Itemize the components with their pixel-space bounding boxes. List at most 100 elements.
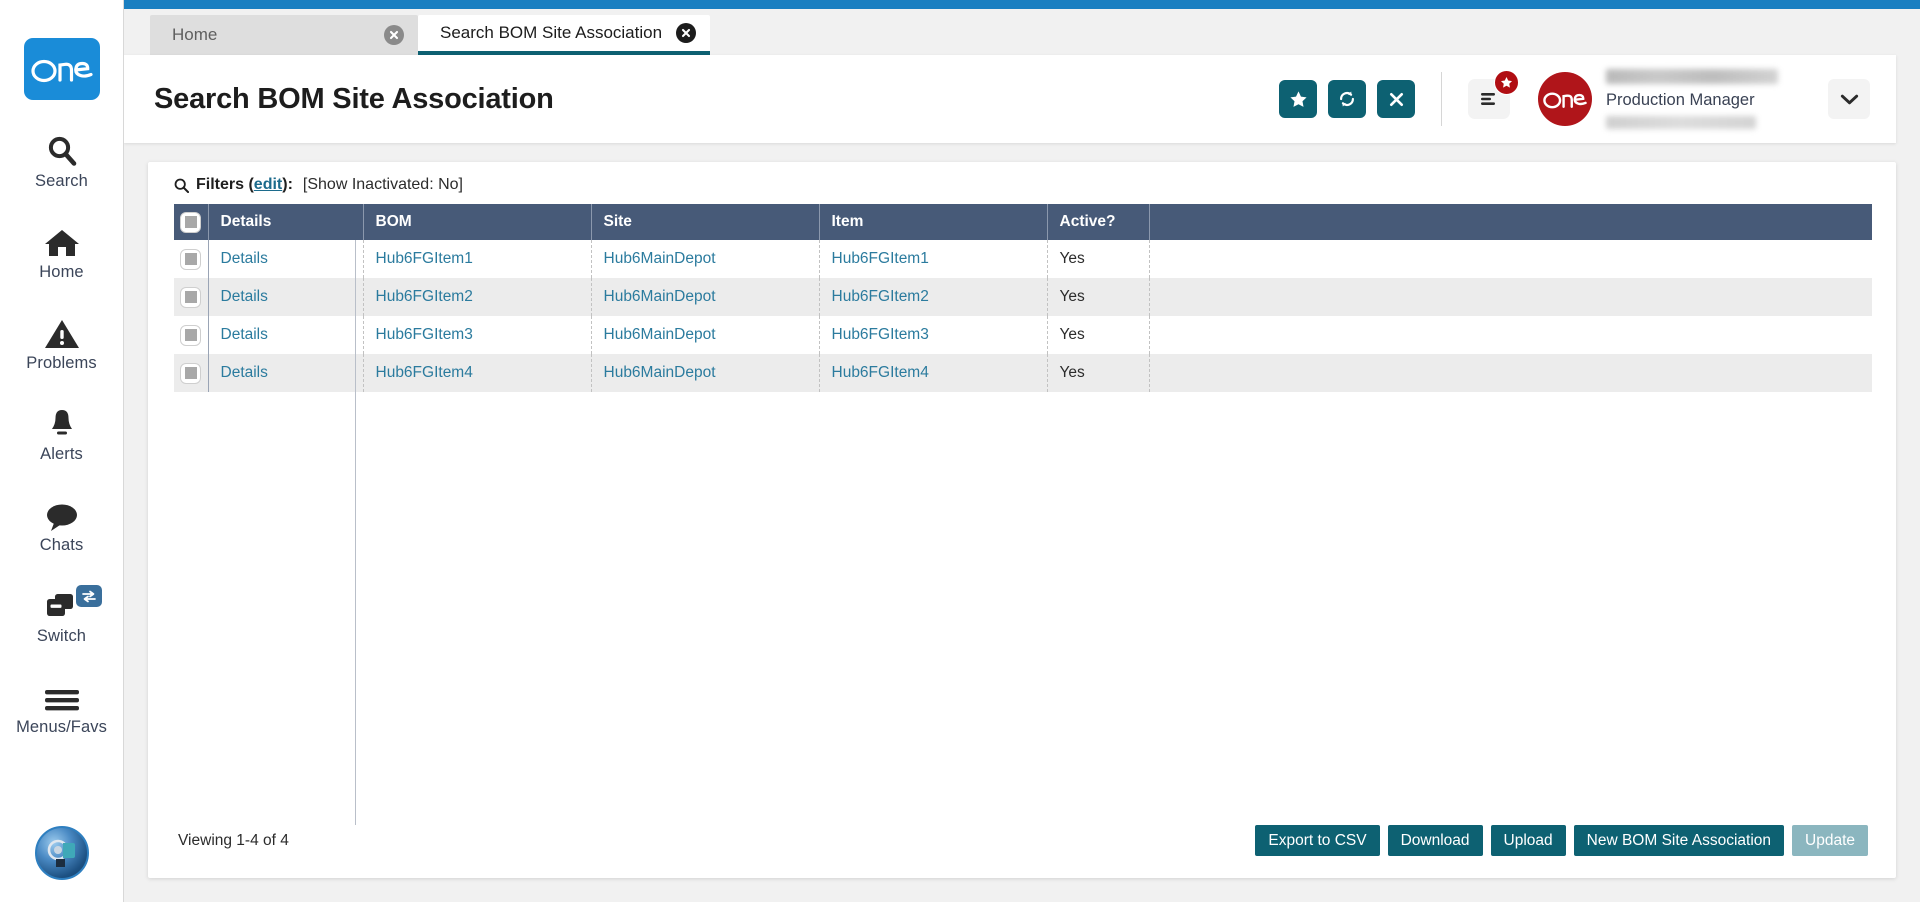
left-sidebar: Search Home Problems Alerts Chats <box>0 0 124 902</box>
application-window: Search Home Problems Alerts Chats <box>0 0 1920 902</box>
menu-favorites-button[interactable] <box>1468 79 1510 119</box>
details-link[interactable]: Details <box>221 250 268 267</box>
column-header-item[interactable]: Item <box>819 204 1047 240</box>
table-row[interactable]: Details Hub6FGItem2 Hub6MainDepot Hub6FG… <box>174 278 1872 316</box>
item-link[interactable]: Hub6FGItem1 <box>832 250 929 267</box>
details-link[interactable]: Details <box>221 326 268 343</box>
cell-item: Hub6FGItem3 <box>819 316 1047 354</box>
bom-link[interactable]: Hub6FGItem4 <box>376 364 473 381</box>
row-select-cell <box>174 354 208 392</box>
tab-label: Home <box>172 25 217 45</box>
sidebar-item-chats[interactable]: Chats <box>0 492 124 555</box>
column-header-bom[interactable]: BOM <box>363 204 591 240</box>
table-row[interactable]: Details Hub6FGItem4 Hub6MainDepot Hub6FG… <box>174 354 1872 392</box>
close-circle-icon[interactable] <box>676 23 696 43</box>
details-link[interactable]: Details <box>221 288 268 305</box>
one-network-logo[interactable] <box>24 38 100 100</box>
export-to-csv-button[interactable]: Export to CSV <box>1255 825 1379 856</box>
item-link[interactable]: Hub6FGItem4 <box>832 364 929 381</box>
column-header-filler <box>1149 204 1872 240</box>
cell-details: Details <box>208 278 363 316</box>
sidebar-item-search[interactable]: Search <box>0 128 124 191</box>
user-profile[interactable]: Production Manager <box>1600 68 1822 130</box>
tab-strip: Home Search BOM Site Association <box>124 9 1920 55</box>
page-scrollbar-gutter[interactable] <box>1912 9 1920 902</box>
windows-switch-icon <box>44 583 80 623</box>
row-checkbox[interactable] <box>180 363 201 384</box>
viewing-count: Viewing 1-4 of 4 <box>178 832 289 850</box>
sidebar-item-problems[interactable]: Problems <box>0 310 124 373</box>
close-button[interactable] <box>1377 80 1415 118</box>
close-circle-icon[interactable] <box>384 25 404 45</box>
table-row[interactable]: Details Hub6FGItem3 Hub6MainDepot Hub6FG… <box>174 316 1872 354</box>
home-icon <box>43 219 81 259</box>
bom-link[interactable]: Hub6FGItem3 <box>376 326 473 343</box>
upload-button[interactable]: Upload <box>1491 825 1566 856</box>
page-title: Search BOM Site Association <box>154 83 1279 116</box>
tab-home[interactable]: Home <box>150 15 418 55</box>
user-role-label: Production Manager <box>1606 91 1822 110</box>
cell-bom: Hub6FGItem4 <box>363 354 591 392</box>
filters-edit-link[interactable]: edit <box>254 176 282 194</box>
star-icon <box>1289 90 1308 109</box>
cell-item: Hub6FGItem1 <box>819 240 1047 278</box>
favorites-badge <box>1494 70 1519 95</box>
row-checkbox[interactable] <box>180 325 201 346</box>
column-header-site[interactable]: Site <box>591 204 819 240</box>
cell-details: Details <box>208 354 363 392</box>
site-link[interactable]: Hub6MainDepot <box>604 288 716 305</box>
row-select-cell <box>174 278 208 316</box>
site-link[interactable]: Hub6MainDepot <box>604 250 716 267</box>
bom-link[interactable]: Hub6FGItem2 <box>376 288 473 305</box>
item-link[interactable]: Hub6FGItem3 <box>832 326 929 343</box>
header-action-buttons <box>1279 80 1415 118</box>
new-bom-site-association-button[interactable]: New BOM Site Association <box>1574 825 1784 856</box>
site-link[interactable]: Hub6MainDepot <box>604 364 716 381</box>
row-checkbox[interactable] <box>180 249 201 270</box>
cell-active: Yes <box>1047 316 1149 354</box>
cell-active: Yes <box>1047 354 1149 392</box>
sidebar-item-alerts[interactable]: Alerts <box>0 401 124 464</box>
ai-robot-avatar-icon[interactable] <box>35 826 89 880</box>
header-divider <box>1441 72 1442 126</box>
cell-details: Details <box>208 240 363 278</box>
user-menu-toggle[interactable] <box>1828 79 1870 119</box>
item-link[interactable]: Hub6FGItem2 <box>832 288 929 305</box>
sidebar-item-home[interactable]: Home <box>0 219 124 282</box>
filters-bar: Filters ( edit ) : [Show Inactivated: No… <box>148 162 1896 204</box>
details-link[interactable]: Details <box>221 364 268 381</box>
table-row[interactable]: Details Hub6FGItem1 Hub6MainDepot Hub6FG… <box>174 240 1872 278</box>
main-region: Home Search BOM Site Association Search … <box>124 0 1920 902</box>
menu-lines-icon <box>1479 91 1499 107</box>
tab-search-bom-site-association[interactable]: Search BOM Site Association <box>418 15 710 55</box>
filters-value: [Show Inactivated: No] <box>303 176 463 194</box>
cell-site: Hub6MainDepot <box>591 316 819 354</box>
select-all-checkbox[interactable] <box>180 212 201 233</box>
sidebar-item-label: Problems <box>26 354 97 373</box>
swap-arrows-icon[interactable] <box>76 585 102 607</box>
sidebar-item-menus-favs[interactable]: Menus/Favs <box>0 674 124 737</box>
brand-logo-circle[interactable] <box>1538 72 1592 126</box>
cell-site: Hub6MainDepot <box>591 240 819 278</box>
sidebar-item-label: Chats <box>40 536 84 555</box>
card-footer: Viewing 1-4 of 4 Export to CSV Download … <box>148 825 1896 878</box>
refresh-button[interactable] <box>1328 80 1366 118</box>
column-header-details[interactable]: Details <box>208 204 363 240</box>
tab-label: Search BOM Site Association <box>440 23 662 43</box>
sidebar-item-label: Switch <box>37 627 86 646</box>
cell-active: Yes <box>1047 278 1149 316</box>
x-icon <box>1388 91 1405 108</box>
download-button[interactable]: Download <box>1388 825 1483 856</box>
bell-icon <box>45 401 79 441</box>
row-checkbox[interactable] <box>180 287 201 308</box>
content-card: Filters ( edit ) : [Show Inactivated: No… <box>148 162 1896 878</box>
sidebar-item-switch[interactable]: Switch <box>0 583 124 646</box>
cell-item: Hub6FGItem2 <box>819 278 1047 316</box>
user-subtitle-redacted <box>1606 116 1756 129</box>
favorite-button[interactable] <box>1279 80 1317 118</box>
chevron-down-icon <box>1840 93 1859 106</box>
cell-bom: Hub6FGItem2 <box>363 278 591 316</box>
column-header-active[interactable]: Active? <box>1047 204 1149 240</box>
bom-link[interactable]: Hub6FGItem1 <box>376 250 473 267</box>
site-link[interactable]: Hub6MainDepot <box>604 326 716 343</box>
